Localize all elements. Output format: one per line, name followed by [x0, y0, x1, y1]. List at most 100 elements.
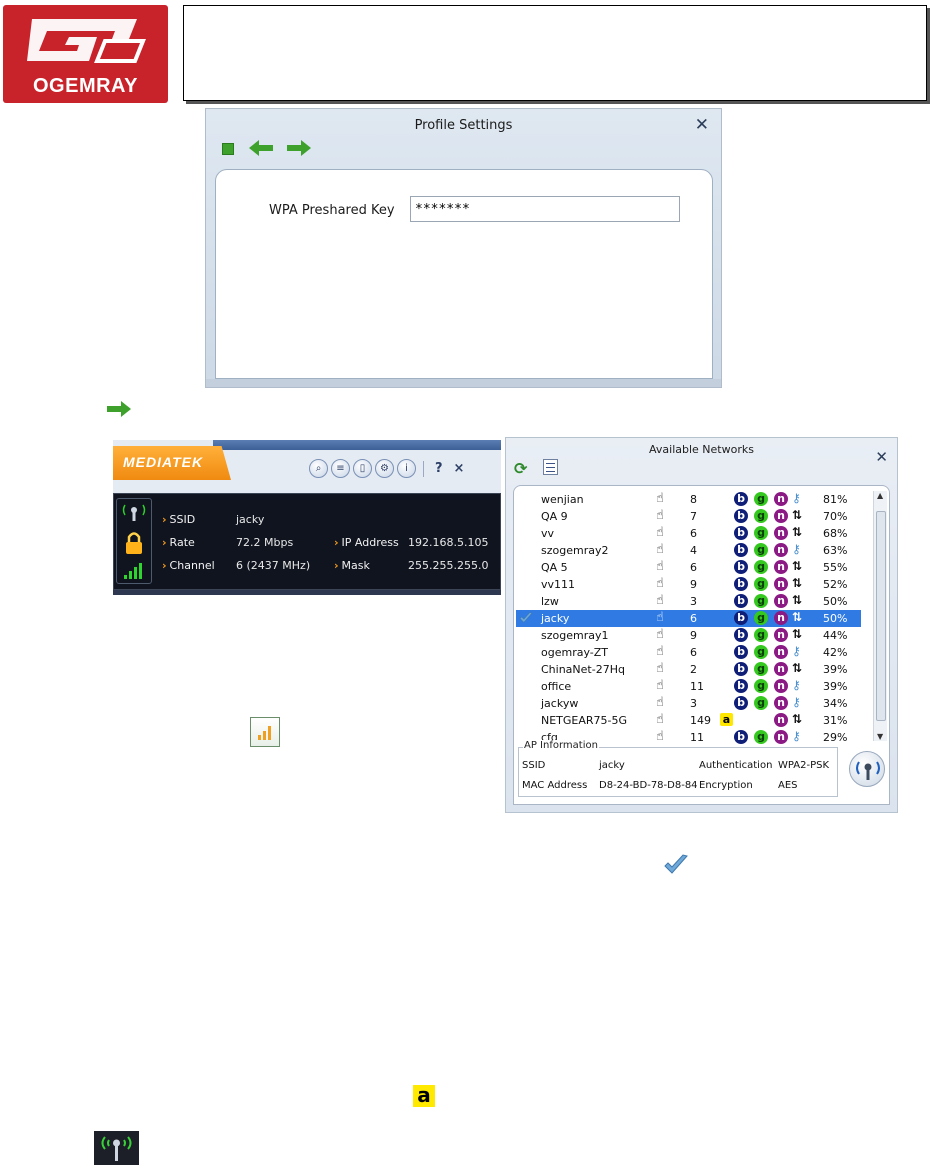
infrastructure-icon: ☝ — [656, 525, 664, 540]
network-ssid: ChinaNet-27Hq — [541, 663, 625, 676]
mediatek-brand-tab: MEDIATEK — [113, 446, 231, 480]
encryption-icon: ⇅ — [792, 559, 803, 573]
wireless-modes: bgn — [734, 730, 814, 745]
network-channel: 149 — [690, 714, 711, 727]
network-row[interactable]: NETGEAR75-5G ☝ 149 a n ⇅ 31% — [516, 712, 861, 729]
mode-g-icon: g — [754, 645, 768, 659]
network-channel: 11 — [690, 731, 704, 744]
back-arrow-icon[interactable] — [248, 139, 274, 157]
network-channel: 2 — [690, 663, 697, 676]
mode-b-icon: b — [734, 696, 748, 710]
key-icon: ⚷ — [792, 695, 801, 709]
encryption-icon: ⇅ — [792, 661, 803, 675]
mode-g-icon: g — [754, 492, 768, 506]
infrastructure-icon: ☝ — [656, 712, 664, 727]
mode-n-icon: n — [774, 509, 788, 523]
signal-strength: 29% — [823, 731, 848, 744]
network-channel: 6 — [690, 561, 697, 574]
signal-strength: 50% — [823, 595, 848, 608]
scroll-up-icon[interactable]: ▲ — [877, 491, 883, 500]
mode-b-icon: b — [734, 730, 748, 744]
help-button[interactable]: ? — [431, 461, 447, 476]
scroll-down-icon[interactable]: ▼ — [877, 732, 883, 741]
network-row[interactable]: office ☝ 11 b g n ⚷ 39% — [516, 678, 861, 695]
network-row[interactable]: szogemray1 ☝ 9 b g n ⇅ 44% — [516, 627, 861, 644]
infrastructure-icon: ☝ — [656, 593, 664, 608]
encryption-icon: ⇅ — [792, 525, 803, 539]
network-ssid: jacky — [541, 612, 570, 625]
mode-b-icon: b — [734, 509, 748, 523]
network-ssid: vv111 — [541, 578, 576, 591]
network-channel: 11 — [690, 680, 704, 693]
ap-mac-label: MAC Address — [522, 780, 588, 791]
signal-strength: 39% — [823, 680, 848, 693]
encryption-icon: ⇅ — [792, 593, 803, 607]
network-row[interactable]: QA 5 ☝ 6 b g n ⇅ 55% — [516, 559, 861, 576]
infrastructure-icon: ☝ — [656, 627, 664, 642]
networks-title: Available Networks — [649, 443, 754, 456]
signal-bars-icon — [124, 563, 142, 579]
network-row[interactable]: szogemray2 ☝ 4 b g n ⚷ 63% — [516, 542, 861, 559]
info-icon[interactable]: i — [397, 459, 416, 478]
close-icon[interactable]: ✕ — [875, 448, 888, 466]
document-icon[interactable]: ▯ — [353, 459, 372, 478]
connect-button[interactable] — [849, 751, 885, 787]
ap-auth-label: Authentication — [699, 760, 773, 771]
mode-b-icon: b — [734, 662, 748, 676]
mode-g-icon: g — [754, 628, 768, 642]
rate-value: 72.2 Mbps — [236, 536, 294, 549]
wireless-modes: bgn — [734, 679, 814, 694]
mode-n-icon: n — [774, 611, 788, 625]
encryption-icon: ⇅ — [792, 627, 803, 641]
stop-icon[interactable] — [222, 143, 234, 155]
wireless-modes: bgn — [734, 543, 814, 558]
network-row[interactable]: wenjian ☝ 8 b g n ⚷ 81% — [516, 491, 861, 508]
network-row[interactable]: jacky ☝ 6 b g n ⇅ 50% — [516, 610, 861, 627]
scrollbar[interactable]: ▲ ▼ — [873, 491, 887, 741]
wpa-key-input[interactable] — [410, 196, 680, 222]
ssid-value: jacky — [236, 513, 265, 526]
lock-icon — [126, 532, 142, 554]
infrastructure-icon: ☝ — [656, 644, 664, 659]
mode-n-icon: n — [774, 594, 788, 608]
close-icon[interactable]: ✕ — [695, 115, 709, 135]
network-row[interactable]: ChinaNet-27Hq ☝ 2 b g n ⇅ 39% — [516, 661, 861, 678]
scroll-thumb[interactable] — [876, 511, 886, 721]
connected-check-icon — [664, 854, 688, 874]
refresh-icon[interactable]: ⟳ — [514, 459, 527, 478]
ap-information-group: AP Information SSID jacky Authentication… — [518, 740, 838, 797]
mode-g-icon: g — [754, 730, 768, 744]
search-icon[interactable]: ⌕ — [309, 459, 328, 478]
ap-info-legend: AP Information — [523, 740, 599, 751]
network-row[interactable]: QA 9 ☝ 7 b g n ⇅ 70% — [516, 508, 861, 525]
infrastructure-icon: ☝ — [656, 729, 664, 744]
signal-strength: 63% — [823, 544, 848, 557]
network-channel: 3 — [690, 697, 697, 710]
list-icon[interactable]: ≡ — [331, 459, 350, 478]
mode-b-icon: b — [734, 628, 748, 642]
key-icon: ⚷ — [792, 678, 801, 692]
mode-n-icon: n — [774, 713, 788, 727]
network-row[interactable]: lzw ☝ 3 b g n ⇅ 50% — [516, 593, 861, 610]
list-view-icon[interactable] — [543, 459, 558, 475]
mode-n-icon: n — [774, 492, 788, 506]
network-channel: 8 — [690, 493, 697, 506]
status-icon-column — [116, 498, 152, 584]
mediatek-bottom-bar — [113, 590, 501, 595]
close-button[interactable]: × — [450, 461, 469, 476]
network-channel: 6 — [690, 646, 697, 659]
mode-b-icon: b — [734, 492, 748, 506]
network-ssid: ogemray-ZT — [541, 646, 608, 659]
rate-label: › Rate — [162, 536, 195, 549]
gear-icon[interactable]: ⚙ — [375, 459, 394, 478]
mode-n-icon: n — [774, 696, 788, 710]
forward-arrow-icon[interactable] — [286, 139, 312, 157]
status-icons — [122, 504, 146, 579]
network-row[interactable]: jackyw ☝ 3 b g n ⚷ 34% — [516, 695, 861, 712]
network-row[interactable]: vv ☝ 6 b g n ⇅ 68% — [516, 525, 861, 542]
signal-strength: 68% — [823, 527, 848, 540]
network-row[interactable]: vv111 ☝ 9 b g n ⇅ 52% — [516, 576, 861, 593]
network-row[interactable]: ogemray-ZT ☝ 6 b g n ⚷ 42% — [516, 644, 861, 661]
mask-label: › Mask — [334, 559, 370, 572]
mode-g-icon: g — [754, 611, 768, 625]
